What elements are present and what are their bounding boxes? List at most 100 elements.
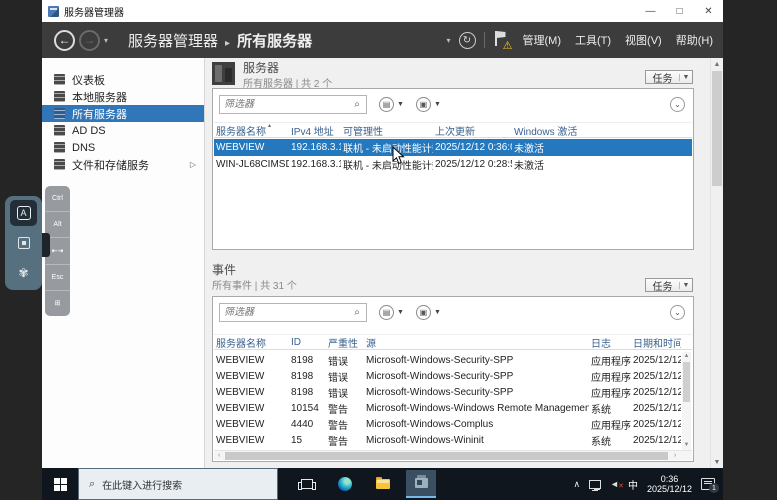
submenu-arrow-icon: ▷ [190,160,196,169]
events-col-0[interactable]: 服务器名称 [214,335,289,350]
scroll-left-icon[interactable]: ‹ [214,451,224,461]
servers-row-0[interactable]: WEBVIEW192.168.3.13联机 - 未启动性能计数器2025/12/… [214,139,692,156]
notification-center-icon[interactable]: 1 [701,478,715,490]
events-row-5[interactable]: WEBVIEW15警告Microsoft-Windows-Wininit系统20… [214,432,692,449]
scroll-thumb[interactable] [683,362,690,402]
events-cell: 2025/12/12 0: [631,435,681,446]
nav-dropdown-icon[interactable]: ▾ [104,36,108,45]
events-collapse-icon[interactable]: ⌄ [670,305,685,320]
task-view-button[interactable] [292,470,322,498]
events-cell: 错误 [326,385,364,400]
save-query-icon: ▣ [416,305,431,320]
servers-filter-row: ⌕ ▤▼ ▣▼ [219,95,687,114]
gear-icon: ✾ [18,266,28,280]
events-vertical-scrollbar[interactable]: ▲ ▼ [682,352,691,450]
events-row-3[interactable]: WEBVIEW10154警告Microsoft-Windows-Windows … [214,400,692,417]
volume-muted-icon[interactable]: ◄✕ [610,479,619,489]
clock[interactable]: 0:36 2025/12/12 [647,474,692,494]
events-horizontal-scrollbar[interactable]: ‹ › [214,450,692,460]
search-icon[interactable]: ⌕ [348,99,366,110]
minimize-button[interactable]: — [636,0,665,22]
breadcrumb-root[interactable]: 服务器管理器 [128,33,218,50]
events-cell: 错误 [326,369,364,384]
sidebar-item-0[interactable]: 仪表板 [42,71,204,88]
chevron-down-icon: ▼ [434,309,441,316]
menu-item-1[interactable]: 工具(T) [575,32,611,48]
scroll-down-icon[interactable]: ▼ [711,456,723,468]
sidebar-item-3[interactable]: AD DS [42,122,204,139]
close-button[interactable]: ✕ [694,0,723,22]
events-row-2[interactable]: WEBVIEW8198错误Microsoft-Windows-Security-… [214,384,692,401]
events-view-dropdown[interactable]: ▤▼ [379,305,404,320]
events-col-4[interactable]: 日志 [589,335,631,350]
events-tasks-button[interactable]: 任务 ▼ [645,278,693,292]
sidebar-item-4[interactable]: DNS [42,139,204,156]
scroll-up-icon[interactable]: ▲ [682,352,691,361]
menu-item-2[interactable]: 视图(V) [625,32,662,48]
menu-item-0[interactable]: 管理(M) [523,32,562,48]
servers-tasks-button[interactable]: 任务 ▼ [645,70,693,84]
edge-button[interactable] [330,470,360,498]
file-explorer-button[interactable] [368,470,398,498]
search-icon[interactable]: ⌕ [348,307,366,318]
window-title: 服务器管理器 [64,4,124,19]
tray-chevron-icon[interactable]: ∧ [573,479,580,490]
events-panel-body: ⌕ ▤▼ ▣▼ ⌄ 服务器名称ID严重性源日志日期和时间▴ WEBVIEW819… [212,296,694,462]
events-save-dropdown[interactable]: ▣▼ [416,305,441,320]
events-col-2[interactable]: 严重性 [326,335,364,350]
start-button[interactable] [42,468,78,500]
events-col-5[interactable]: 日期和时间▴ [631,335,681,350]
list-view-icon: ▤ [379,97,394,112]
forward-button[interactable]: → [79,30,100,51]
sidebar-item-1[interactable]: 本地服务器 [42,88,204,105]
events-filter-input[interactable] [220,307,348,318]
refresh-icon[interactable]: ↻ [459,32,476,49]
events-row-0[interactable]: WEBVIEW8198错误Microsoft-Windows-Security-… [214,352,692,369]
servers-row-1[interactable]: WIN-JL68CIMSDRS192.168.3.14联机 - 未启动性能计数器… [214,156,692,173]
servers-col-2[interactable]: 可管理性 [341,123,433,138]
events-col-1[interactable]: ID [289,337,326,348]
ime-indicator[interactable]: 中 [628,477,638,492]
taskbar-search[interactable]: ⌕ 在此键入进行搜索 [78,468,278,500]
servers-filter-input[interactable] [220,99,348,110]
events-row-1[interactable]: WEBVIEW8198错误Microsoft-Windows-Security-… [214,368,692,385]
server-manager-taskbar-button[interactable] [406,470,436,498]
servers-col-1[interactable]: IPv4 地址 [289,123,341,138]
events-cell: 15 [289,435,326,446]
menu-item-3[interactable]: 帮助(H) [676,32,713,48]
virtual-key-[interactable]: ⊞ [45,291,70,316]
back-button[interactable]: ← [54,30,75,51]
servers-icon [212,62,235,85]
servers-col-3[interactable]: 上次更新 [433,123,512,138]
servers-collapse-icon[interactable]: ⌄ [670,97,685,112]
scope-dropdown-icon[interactable]: ▾ [446,36,450,45]
servers-view-dropdown[interactable]: ▤▼ [379,97,404,112]
fullscreen-button[interactable] [10,230,37,256]
sidebar-item-label: 本地服务器 [72,89,127,105]
maximize-button[interactable]: □ [665,0,694,22]
sidebar-item-icon [54,91,65,102]
scroll-thumb[interactable] [712,71,722,186]
events-col-3[interactable]: 源 [364,335,589,350]
events-row-4[interactable]: WEBVIEW4440警告Microsoft-Windows-Complus应用… [214,416,692,433]
events-cell: 错误 [326,353,364,368]
virtual-key-ctrl[interactable]: Ctrl [45,186,70,212]
scroll-right-icon[interactable]: › [670,451,680,461]
servers-col-0[interactable]: 服务器名称▴ [214,123,289,138]
network-icon[interactable] [589,480,601,489]
notification-flag-icon[interactable]: ⚠ [493,30,511,50]
servers-save-dropdown[interactable]: ▣▼ [416,97,441,112]
servers-tasks-label: 任务 [646,70,679,85]
scroll-up-icon[interactable]: ▲ [711,58,723,70]
sidebar-item-2[interactable]: 所有服务器 [42,105,204,122]
servers-cell: 192.168.3.14 [289,159,341,170]
keyboard-toggle-button[interactable]: A [10,200,37,226]
virtual-key-esc[interactable]: Esc [45,265,70,291]
main-vertical-scrollbar[interactable]: ▲ ▼ [710,58,722,468]
search-icon: ⌕ [89,478,95,491]
scroll-thumb[interactable] [225,452,668,460]
servers-col-4[interactable]: Windows 激活 [512,123,622,138]
scroll-down-icon[interactable]: ▼ [682,441,691,450]
sidebar-item-5[interactable]: 文件和存储服务▷ [42,156,204,173]
settings-button[interactable]: ✾ [10,260,37,286]
